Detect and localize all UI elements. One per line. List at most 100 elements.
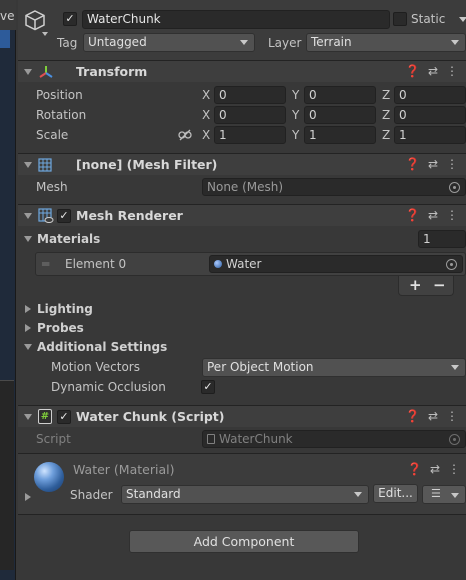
lighting-label[interactable]: Lighting: [37, 302, 93, 316]
add-element-button[interactable]: +: [409, 276, 422, 294]
transform-foldout-arrow[interactable]: [24, 69, 32, 75]
script-foldout-arrow[interactable]: [24, 414, 32, 420]
presets-icon[interactable]: ⇄: [428, 208, 438, 222]
shader-dropdown[interactable]: Standard: [121, 485, 369, 504]
presets-icon[interactable]: ⇄: [428, 64, 438, 78]
scale-x-field[interactable]: 1: [214, 126, 286, 144]
materials-label[interactable]: Materials: [37, 232, 100, 246]
script-enabled-checkbox[interactable]: ✓: [57, 410, 71, 424]
more-options-icon[interactable]: ⋮: [446, 157, 458, 171]
position-z-axis[interactable]: Z: [382, 88, 390, 102]
gameobject-cube-icon[interactable]: [24, 9, 46, 31]
help-icon[interactable]: ❓: [405, 208, 420, 222]
mesh-filter-grid-icon: [38, 158, 52, 172]
gameobject-active-checkbox[interactable]: ✓: [63, 12, 77, 26]
csharp-script-icon: #: [38, 409, 52, 424]
motion-vectors-label: Motion Vectors: [51, 360, 140, 374]
shader-options-dropdown[interactable]: ☰: [422, 485, 466, 504]
script-header[interactable]: # ✓ Water Chunk (Script) ❓ ⇄ ⋮: [18, 405, 466, 427]
additional-settings-label[interactable]: Additional Settings: [37, 340, 167, 354]
material-preview-sphere[interactable]: [34, 462, 64, 492]
scale-z-field[interactable]: 1: [394, 126, 466, 144]
left-panel-dropdown[interactable]: [0, 30, 10, 48]
help-icon[interactable]: ❓: [407, 462, 422, 476]
script-value: WaterChunk: [219, 432, 293, 446]
presets-icon[interactable]: ⇄: [430, 462, 440, 476]
rotation-z-field[interactable]: 0: [394, 106, 466, 124]
chevron-down-icon: [451, 493, 459, 498]
probes-foldout-arrow[interactable]: [25, 324, 31, 332]
mesh-filter-foldout-arrow[interactable]: [24, 162, 32, 168]
material-sphere-icon: [214, 260, 222, 268]
remove-element-button[interactable]: −: [433, 276, 446, 294]
additional-settings-foldout-arrow[interactable]: [24, 344, 32, 350]
dynamic-occlusion-checkbox[interactable]: ✓: [201, 380, 215, 394]
script-file-icon: [207, 434, 215, 444]
rotation-y-field[interactable]: 0: [304, 106, 376, 124]
mesh-object-field[interactable]: None (Mesh): [202, 178, 466, 196]
mesh-renderer-header[interactable]: ✓ Mesh Renderer ❓ ⇄ ⋮: [18, 204, 466, 226]
constrain-proportions-icon[interactable]: [178, 129, 192, 141]
presets-icon[interactable]: ⇄: [428, 157, 438, 171]
transform-title: Transform: [76, 64, 148, 79]
left-panel-list: [0, 380, 14, 570]
motion-vectors-dropdown[interactable]: Per Object Motion: [202, 358, 466, 377]
more-options-icon[interactable]: ⋮: [446, 409, 458, 423]
mesh-filter-header[interactable]: [none] (Mesh Filter) ❓ ⇄ ⋮: [18, 153, 466, 175]
static-checkbox[interactable]: [393, 12, 407, 26]
layer-dropdown[interactable]: Terrain: [306, 33, 466, 52]
rotation-z-axis[interactable]: Z: [382, 108, 390, 122]
position-label: Position: [36, 88, 83, 102]
script-label: Script: [36, 432, 71, 446]
mesh-filter-title: [none] (Mesh Filter): [76, 157, 218, 172]
rotation-y-axis[interactable]: Y: [292, 108, 299, 122]
element-0-material-field[interactable]: Water: [209, 255, 463, 273]
list-buttons-bar: + −: [398, 276, 454, 296]
lighting-foldout-arrow[interactable]: [25, 305, 31, 313]
more-options-icon[interactable]: ⋮: [446, 64, 458, 78]
left-panel-top: ve: [0, 0, 16, 30]
gameobject-name-field[interactable]: WaterChunk: [82, 10, 390, 29]
drag-handle-icon[interactable]: ═: [42, 257, 49, 271]
script-object-field: WaterChunk: [202, 430, 466, 448]
help-icon[interactable]: ❓: [405, 64, 420, 78]
help-icon[interactable]: ❓: [405, 157, 420, 171]
mesh-renderer-foldout-arrow[interactable]: [24, 213, 32, 219]
scale-x-axis[interactable]: X: [202, 128, 210, 142]
scale-y-field[interactable]: 1: [304, 126, 376, 144]
more-options-icon[interactable]: ⋮: [446, 208, 458, 222]
mesh-renderer-title: Mesh Renderer: [76, 208, 183, 223]
tag-dropdown[interactable]: Untagged: [83, 33, 255, 52]
dynamic-occlusion-label: Dynamic Occlusion: [51, 380, 166, 394]
position-x-field[interactable]: 0: [214, 86, 286, 104]
rotation-x-axis[interactable]: X: [202, 108, 210, 122]
more-options-icon[interactable]: ⋮: [448, 462, 460, 476]
position-x-axis[interactable]: X: [202, 88, 210, 102]
presets-icon[interactable]: ⇄: [428, 409, 438, 423]
position-y-field[interactable]: 0: [304, 86, 376, 104]
transform-header[interactable]: Transform ❓ ⇄ ⋮: [18, 60, 466, 82]
static-label: Static: [411, 12, 446, 26]
probes-label[interactable]: Probes: [37, 321, 84, 335]
position-y-axis[interactable]: Y: [292, 88, 299, 102]
edit-shader-button[interactable]: Edit...: [373, 484, 418, 503]
left-panel-partial-label: ve: [0, 9, 15, 23]
rotation-x-field[interactable]: 0: [214, 106, 286, 124]
gameobject-icon-dropdown-caret[interactable]: [42, 32, 48, 36]
object-picker-icon[interactable]: [446, 259, 457, 270]
mesh-label: Mesh: [36, 180, 68, 194]
mesh-renderer-icon: [38, 208, 54, 224]
mesh-renderer-enabled-checkbox[interactable]: ✓: [57, 209, 71, 223]
help-icon[interactable]: ❓: [405, 409, 420, 423]
scale-label: Scale: [36, 128, 69, 142]
add-component-button[interactable]: Add Component: [129, 530, 359, 553]
materials-count-field[interactable]: 1: [418, 230, 466, 248]
object-picker-icon[interactable]: [449, 182, 460, 193]
position-z-field[interactable]: 0: [394, 86, 466, 104]
static-dropdown-caret[interactable]: [459, 17, 466, 22]
material-foldout-arrow[interactable]: [25, 493, 31, 501]
materials-foldout-arrow[interactable]: [24, 236, 32, 242]
scale-z-axis[interactable]: Z: [382, 128, 390, 142]
scale-y-axis[interactable]: Y: [292, 128, 299, 142]
gameobject-header: ✓ WaterChunk Static Tag Untagged Layer T…: [18, 0, 466, 60]
